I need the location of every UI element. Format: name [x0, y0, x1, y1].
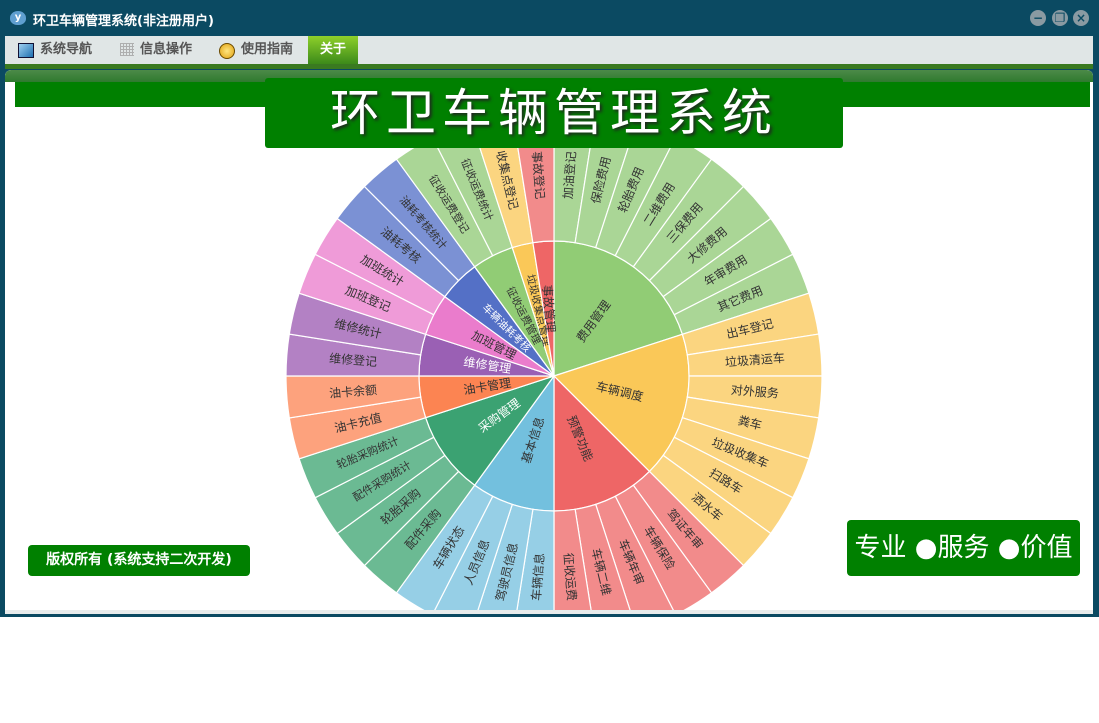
menu-label: 信息操作: [140, 42, 193, 57]
copyright-badge: 版权所有 (系统支持二次开发): [28, 545, 250, 576]
help-icon: [219, 43, 235, 59]
menu-bar: 系统导航 信息操作 使用指南 关于: [5, 36, 1093, 64]
page-title: 环卫车辆管理系统: [265, 78, 843, 148]
divider: [5, 64, 1093, 69]
title-bar[interactable]: y 环卫车辆管理系统(非注册用户) − ❐ ×: [0, 0, 1099, 36]
monitor-icon: [18, 43, 34, 58]
window-title: 环卫车辆管理系统(非注册用户): [33, 14, 214, 29]
main-panel: 加油登记 保险费用 轮胎费用 二维费用 三保费用 大修费用 年审费用 其它费用 费用管理 出车登记…: [5, 70, 1093, 610]
slogan-badge: 专业 ●服务 ●价值: [847, 520, 1080, 576]
grid-icon: [120, 43, 134, 56]
menu-about[interactable]: 关于: [308, 36, 358, 64]
app-window: y 环卫车辆管理系统(非注册用户) − ❐ × 系统导航 信息操作 使用指南 关…: [0, 0, 1099, 617]
menu-label: 系统导航: [40, 42, 93, 57]
restore-icon[interactable]: ❐: [1052, 10, 1068, 26]
minimize-icon[interactable]: −: [1030, 10, 1046, 26]
close-icon[interactable]: ×: [1073, 10, 1089, 26]
panel-bottom: [5, 610, 1093, 614]
app-logo-icon: y: [10, 11, 26, 25]
menu-label: 使用指南: [241, 42, 294, 57]
